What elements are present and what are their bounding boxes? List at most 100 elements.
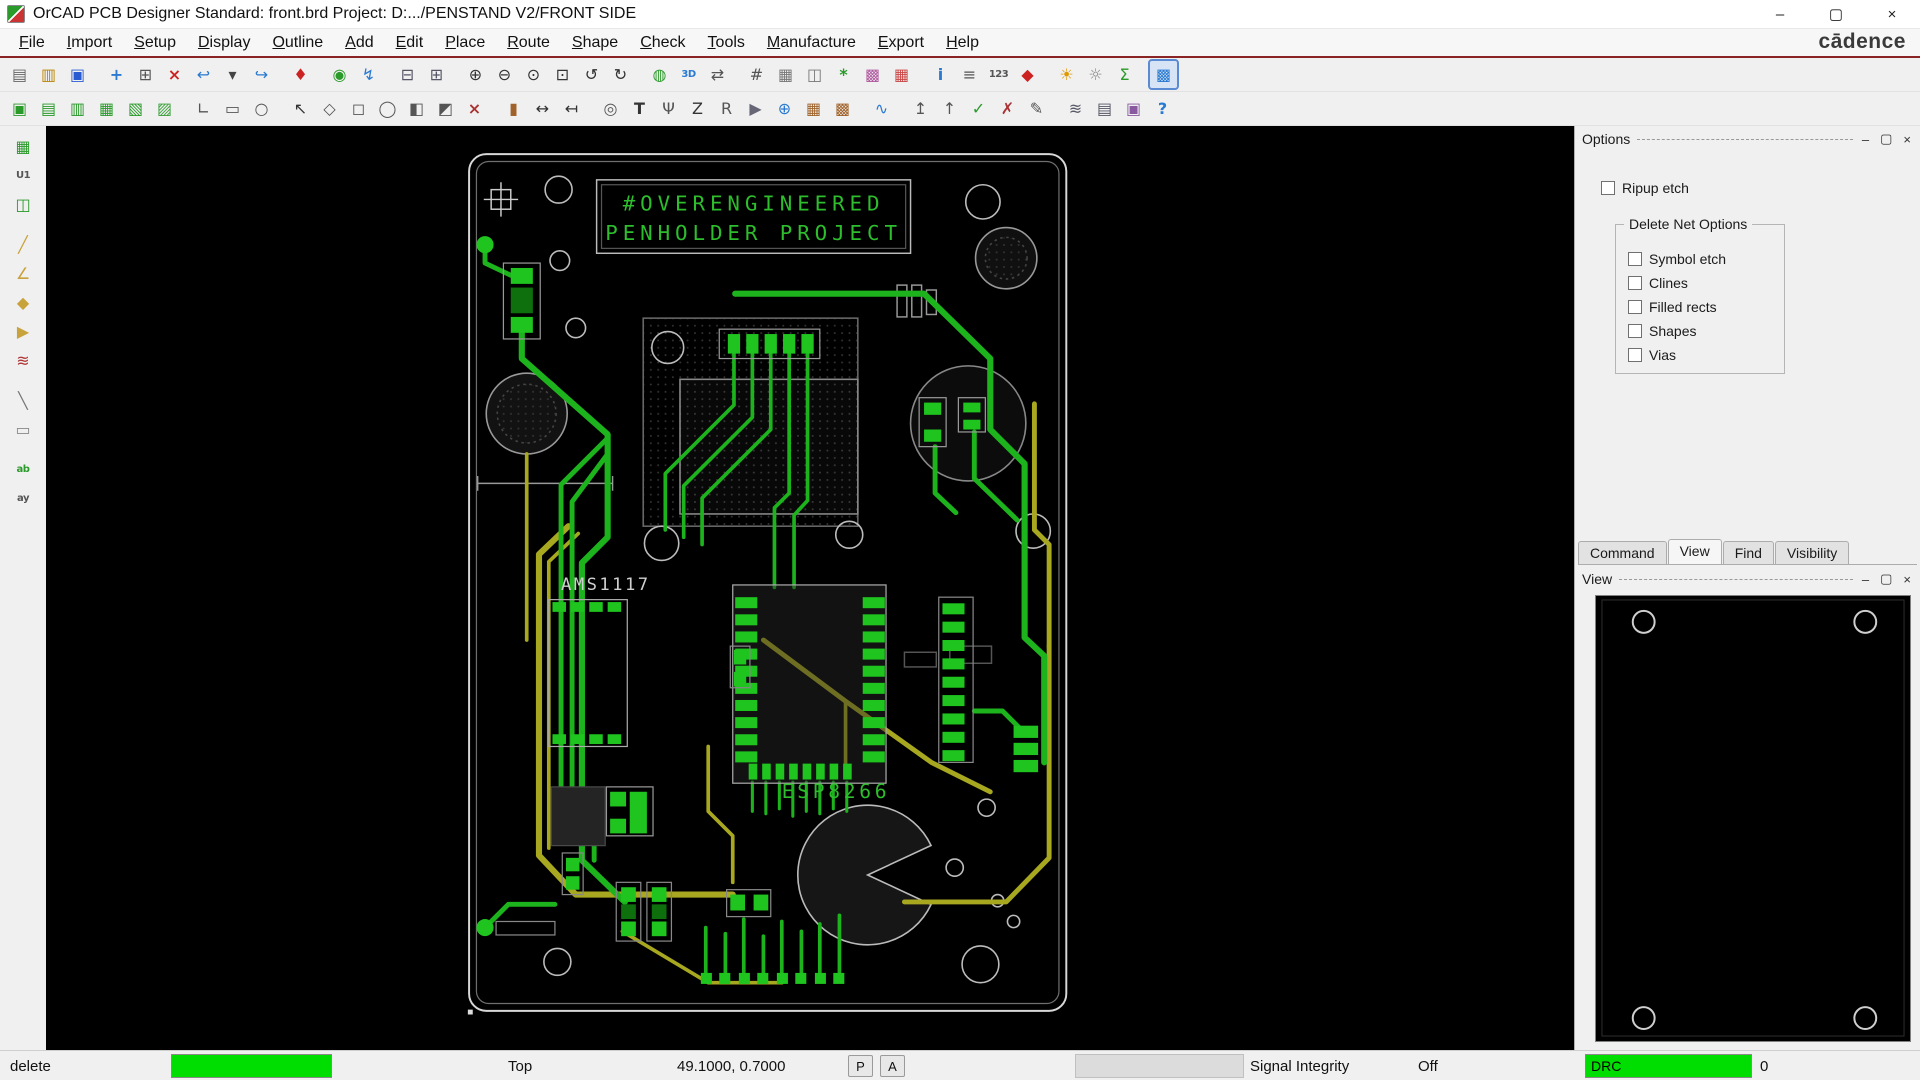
- view-minimize-icon[interactable]: –: [1860, 572, 1871, 587]
- color-form-icon[interactable]: ▩: [859, 61, 886, 88]
- design-audit-icon[interactable]: Ψ: [655, 95, 682, 122]
- component-u1-icon[interactable]: U1: [10, 162, 37, 189]
- visibility-layer-d-icon[interactable]: ▦: [93, 95, 120, 122]
- shape-edit-icon[interactable]: *: [830, 61, 857, 88]
- route-fanout-icon[interactable]: ↯: [355, 61, 382, 88]
- grid-copper-b-icon[interactable]: ▩: [829, 95, 856, 122]
- pick-grid-button[interactable]: P: [848, 1055, 873, 1077]
- menu-setup[interactable]: Setup: [123, 32, 187, 54]
- menu-edit[interactable]: Edit: [385, 32, 435, 54]
- design-browser-icon[interactable]: ▦: [10, 133, 37, 160]
- option-symbol-etch-checkbox[interactable]: [1628, 252, 1642, 266]
- redraw-icon[interactable]: ↻: [607, 61, 634, 88]
- pin-icon[interactable]: ♦: [287, 61, 314, 88]
- reports-icon[interactable]: R: [713, 95, 740, 122]
- view-float-icon[interactable]: ▢: [1878, 571, 1894, 587]
- flip-design-icon[interactable]: ⇄: [704, 61, 731, 88]
- open-file-icon[interactable]: ▥: [35, 61, 62, 88]
- text-add-icon[interactable]: ab: [10, 456, 37, 483]
- tab-find[interactable]: Find: [1722, 541, 1774, 564]
- undo-more-icon[interactable]: ▾: [219, 61, 246, 88]
- select-pointer-icon[interactable]: ↖: [287, 95, 314, 122]
- panel-grip[interactable]: [1619, 579, 1853, 580]
- options-float-icon[interactable]: ▢: [1878, 131, 1894, 147]
- option-clines-checkbox[interactable]: [1628, 276, 1642, 290]
- options-minimize-icon[interactable]: –: [1860, 132, 1871, 147]
- info-icon[interactable]: i: [927, 61, 954, 88]
- clipboard-reject-icon[interactable]: ✗: [994, 95, 1021, 122]
- menu-display[interactable]: Display: [187, 32, 261, 54]
- play-arrow-icon[interactable]: ▶: [10, 318, 37, 345]
- undo-icon[interactable]: ↩: [190, 61, 217, 88]
- shape-slant-icon[interactable]: ◩: [432, 95, 459, 122]
- padstack-browser-icon[interactable]: ◫: [10, 191, 37, 218]
- zoom-points-icon[interactable]: ⊙: [520, 61, 547, 88]
- menu-add[interactable]: Add: [334, 32, 384, 54]
- option-shapes-checkbox[interactable]: [1628, 324, 1642, 338]
- text-tool-icon[interactable]: T: [626, 95, 653, 122]
- help-icon[interactable]: ?: [1149, 95, 1176, 122]
- menu-file[interactable]: File: [8, 32, 56, 54]
- properties-icon[interactable]: ≡: [956, 61, 983, 88]
- option-vias[interactable]: Vias: [1628, 347, 1784, 363]
- find-123-icon[interactable]: 123: [985, 61, 1012, 88]
- text-edit-icon[interactable]: ay: [10, 485, 37, 512]
- menu-tools[interactable]: Tools: [697, 32, 756, 54]
- close-button[interactable]: ×: [1864, 0, 1920, 28]
- option-symbol-etch[interactable]: Symbol etch: [1628, 251, 1784, 267]
- menu-help[interactable]: Help: [935, 32, 990, 54]
- option-shapes[interactable]: Shapes: [1628, 323, 1784, 339]
- odb-export-icon[interactable]: ◎: [597, 95, 624, 122]
- zoom-in-icon[interactable]: ⊕: [462, 61, 489, 88]
- rect-tool-icon[interactable]: ▭: [10, 416, 37, 443]
- maximize-button[interactable]: ▢: [1808, 0, 1864, 28]
- shadow-icon[interactable]: ☼: [1082, 61, 1109, 88]
- shine-icon[interactable]: ☀: [1053, 61, 1080, 88]
- option-filled-rects-checkbox[interactable]: [1628, 300, 1642, 314]
- derive-tool-icon[interactable]: ◆: [10, 289, 37, 316]
- tab-visibility[interactable]: Visibility: [1774, 541, 1850, 564]
- options-close-icon[interactable]: ×: [1901, 132, 1913, 147]
- copy-icon[interactable]: ⊞: [132, 61, 159, 88]
- zoom-out-icon[interactable]: ⊖: [491, 61, 518, 88]
- select-shape-icon[interactable]: ◧: [403, 95, 430, 122]
- view-close-icon[interactable]: ×: [1901, 572, 1913, 587]
- grid-toggle-icon[interactable]: #: [743, 61, 770, 88]
- artwork-film-icon[interactable]: ▤: [1091, 95, 1118, 122]
- grid-copper-a-icon[interactable]: ▦: [800, 95, 827, 122]
- add-rect-icon[interactable]: ▭: [219, 95, 246, 122]
- design-canvas[interactable]: #OVERENGINEERED PENHOLDER PROJECT AMS111…: [46, 126, 1574, 1050]
- edit-pencil-icon[interactable]: ✎: [1023, 95, 1050, 122]
- wrench-tool-icon[interactable]: ╱: [10, 231, 37, 258]
- minimize-button[interactable]: –: [1752, 0, 1808, 28]
- menu-import[interactable]: Import: [56, 32, 123, 54]
- add-line-icon[interactable]: ∟: [190, 95, 217, 122]
- zoom-command-icon[interactable]: Z: [684, 95, 711, 122]
- world-view-icon[interactable]: ◍: [646, 61, 673, 88]
- redo-icon[interactable]: ↪: [248, 61, 275, 88]
- tab-command[interactable]: Command: [1578, 541, 1667, 564]
- save-file-icon[interactable]: ▣: [64, 61, 91, 88]
- zoom-previous-icon[interactable]: ↺: [578, 61, 605, 88]
- dimension-icon[interactable]: ↤: [558, 95, 585, 122]
- window-cascade-icon[interactable]: ⊟: [394, 61, 421, 88]
- layer-stack-icon[interactable]: ≋: [1062, 95, 1089, 122]
- flag-mode-icon[interactable]: ▶: [742, 95, 769, 122]
- grid-settings-icon[interactable]: ▦: [772, 61, 799, 88]
- ripup-etch-checkbox[interactable]: [1601, 181, 1615, 195]
- padstack-editor-icon[interactable]: ◫: [801, 61, 828, 88]
- view-preview-canvas[interactable]: [1595, 595, 1911, 1042]
- waive-drc-icon[interactable]: ◆: [1014, 61, 1041, 88]
- menu-export[interactable]: Export: [867, 32, 935, 54]
- ripup-etch-option[interactable]: Ripup etch: [1601, 180, 1920, 196]
- select-circle-icon[interactable]: ◯: [374, 95, 401, 122]
- image-export-icon[interactable]: ▣: [1120, 95, 1147, 122]
- stackup-icon[interactable]: ≋: [10, 347, 37, 374]
- select-polygon-icon[interactable]: ◇: [316, 95, 343, 122]
- visibility-layer-b-icon[interactable]: ▤: [35, 95, 62, 122]
- net-tool-icon[interactable]: ∿: [868, 95, 895, 122]
- menu-place[interactable]: Place: [434, 32, 496, 54]
- option-vias-checkbox[interactable]: [1628, 348, 1642, 362]
- color-layers-icon[interactable]: ▦: [888, 61, 915, 88]
- window-tile-icon[interactable]: ⊞: [423, 61, 450, 88]
